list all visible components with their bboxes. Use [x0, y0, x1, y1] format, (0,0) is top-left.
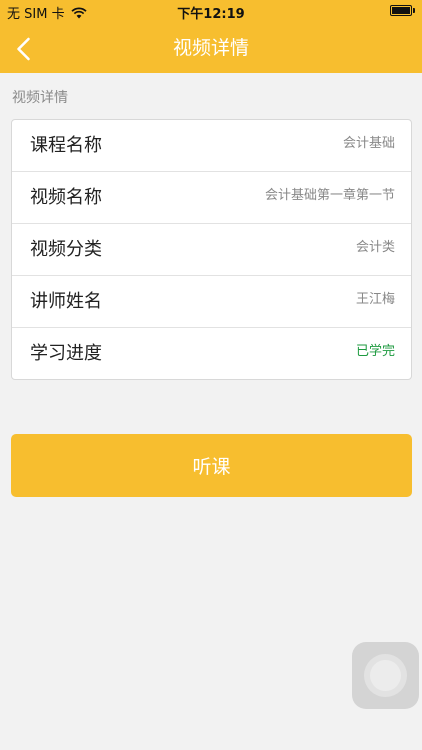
progress-status-value: 已学完 — [355, 344, 395, 359]
section-label: 视频详情 — [12, 90, 68, 106]
teacher-name-label: 讲师姓名 — [30, 291, 102, 312]
detail-row-video-name: 视频名称 会计基础第一章第一节 — [12, 172, 411, 224]
video-category-label: 视频分类 — [30, 239, 102, 260]
course-name-value: 会计基础 — [342, 136, 395, 151]
listen-button[interactable]: 听课 — [11, 434, 412, 497]
detail-row-progress: 学习进度 已学完 — [12, 328, 411, 379]
details-card: 课程名称 会计基础 视频名称 会计基础第一章第一节 视频分类 会计类 讲师姓名 … — [11, 119, 412, 380]
back-button[interactable] — [10, 34, 40, 64]
status-time: 下午12:19 — [177, 7, 245, 22]
chevron-left-icon — [17, 37, 30, 61]
video-category-value: 会计类 — [355, 240, 395, 255]
detail-row-teacher-name: 讲师姓名 王江梅 — [12, 276, 411, 328]
assistive-touch-icon[interactable] — [352, 642, 419, 709]
status-bar: 无 SIM 卡 下午12:19 — [0, 0, 422, 22]
header-bar: 无 SIM 卡 下午12:19 视频详情 — [0, 0, 422, 73]
teacher-name-value: 王江梅 — [355, 292, 395, 307]
video-name-value: 会计基础第一章第一节 — [264, 188, 395, 203]
page-title: 视频详情 — [172, 37, 249, 59]
video-name-label: 视频名称 — [30, 187, 102, 208]
detail-row-course-name: 课程名称 会计基础 — [12, 120, 411, 172]
battery-icon — [390, 5, 415, 16]
course-name-label: 课程名称 — [30, 135, 102, 156]
progress-label: 学习进度 — [30, 343, 102, 364]
detail-row-video-category: 视频分类 会计类 — [12, 224, 411, 276]
